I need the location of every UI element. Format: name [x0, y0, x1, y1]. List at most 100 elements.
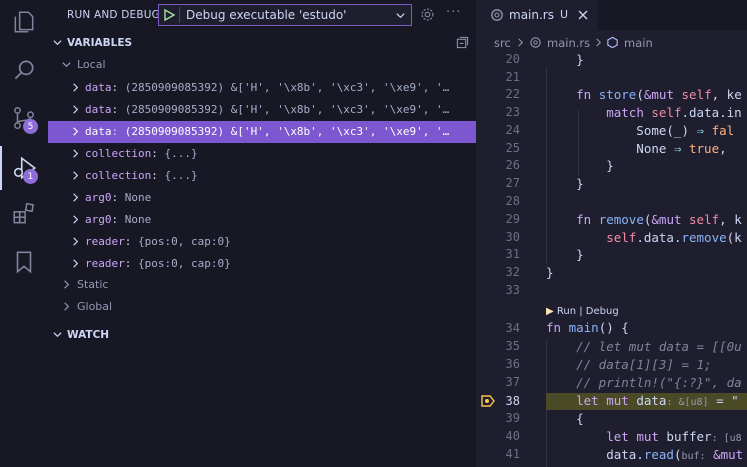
chevron-right-icon[interactable] — [70, 148, 81, 159]
gear-icon[interactable] — [420, 7, 435, 22]
chevron-right-icon[interactable] — [70, 82, 81, 93]
variable-row[interactable]: data: (2850909085392) &['H', '\x8b', '\x… — [48, 99, 476, 121]
scope-static[interactable]: Static — [48, 275, 476, 295]
scope-global[interactable]: Global — [48, 297, 476, 317]
variable-name: arg0 — [85, 191, 112, 204]
source-control-icon[interactable]: 5 — [0, 96, 48, 140]
line-number: 30 — [505, 230, 520, 244]
code-line-36: // data[1][3] = 1; — [576, 357, 712, 372]
rust-file-icon — [491, 9, 503, 21]
chevron-down-icon — [53, 332, 62, 338]
line-number: 35 — [505, 339, 520, 353]
scope-local-label: Local — [77, 58, 106, 71]
watch-section-header[interactable]: WATCH — [48, 325, 476, 345]
code-line-34: fn main() { — [546, 320, 629, 335]
rust-file-icon — [530, 37, 541, 48]
variable-row[interactable]: collection: {...} — [48, 143, 476, 165]
variable-row[interactable]: data: (2850909085392) &['H', '\x8b', '\x… — [48, 121, 476, 143]
variable-value: (2850909085392) &['H', '\x8b', '\xc3', '… — [124, 81, 450, 94]
code-line-37: // println!("{:?}", da — [576, 375, 742, 390]
chevron-right-icon — [596, 38, 602, 47]
line-number: 37 — [505, 375, 520, 389]
bookmark-icon[interactable] — [0, 240, 48, 284]
variable-value: (2850909085392) &['H', '\x8b', '\xc3', '… — [124, 103, 450, 116]
chevron-right-icon[interactable] — [70, 126, 81, 137]
scope-static-label: Static — [77, 278, 109, 291]
variable-name: data — [85, 81, 112, 94]
watch-label: WATCH — [67, 329, 110, 341]
code-line-26: } — [546, 158, 614, 173]
scope-global-label: Global — [77, 300, 113, 313]
more-actions-icon[interactable]: ··· — [446, 5, 461, 20]
line-number: 41 — [505, 447, 520, 461]
tab-bar: main.rs U — [476, 0, 747, 30]
chevron-right-icon[interactable] — [70, 170, 81, 181]
code-line-31: } — [546, 247, 584, 262]
chevron-right-icon — [64, 302, 70, 311]
variables-label: VARIABLES — [67, 37, 133, 49]
line-number: 20 — [505, 52, 520, 66]
chevron-right-icon[interactable] — [70, 192, 81, 203]
variables-section-header[interactable]: VARIABLES — [48, 33, 476, 53]
line-number: 25 — [505, 141, 520, 155]
variable-name: data — [85, 125, 112, 138]
line-number: 27 — [505, 176, 520, 190]
variable-row[interactable]: arg0: None — [48, 187, 476, 209]
line-number: 32 — [505, 265, 520, 279]
variable-value: None — [124, 213, 152, 226]
collapse-all-icon[interactable] — [456, 36, 469, 49]
run-debug-icon[interactable]: 1 — [0, 146, 48, 190]
line-number: 34 — [505, 321, 520, 335]
code-line-35: // let mut data = [[0u — [576, 339, 742, 354]
tab-main-rs[interactable]: main.rs U — [476, 0, 598, 30]
variable-name: reader — [85, 235, 125, 248]
chevron-right-icon[interactable] — [70, 258, 81, 269]
variable-row[interactable]: reader: {pos:0, cap:0} — [48, 253, 476, 275]
variable-value: {...} — [164, 169, 198, 182]
line-number: 33 — [505, 283, 520, 297]
start-debug-icon[interactable] — [162, 8, 176, 22]
variable-name: collection — [85, 147, 152, 160]
untracked-badge: U — [560, 8, 569, 21]
code-line-30: self.data.remove(k — [606, 230, 742, 245]
code-line-22: fn store(&mut self, ke — [576, 87, 742, 102]
function-symbol-icon — [607, 36, 618, 49]
chevron-down-icon — [53, 40, 62, 46]
code-line-23: match self.data.in — [606, 105, 742, 120]
line-number: 29 — [505, 212, 520, 226]
code-line-41: data.read(buf: &mut — [546, 447, 744, 462]
code-line-27: } — [546, 176, 584, 191]
close-icon[interactable] — [577, 9, 589, 21]
chevron-right-icon[interactable] — [70, 214, 81, 225]
variable-value: (2850909085392) &['H', '\x8b', '\xc3', '… — [124, 125, 450, 138]
breadcrumb-src[interactable]: src — [494, 36, 511, 50]
debug-badge: 1 — [23, 169, 38, 184]
search-icon[interactable] — [0, 48, 48, 92]
chevron-down-icon — [62, 62, 71, 68]
code-line-40: let mut buffer: [u8 — [606, 429, 742, 444]
explorer-icon[interactable] — [0, 0, 48, 44]
code-line-20: } — [546, 52, 584, 67]
chevron-right-icon[interactable] — [70, 236, 81, 247]
variable-row[interactable]: collection: {...} — [48, 165, 476, 187]
code-line-29: fn remove(&mut self, k — [576, 212, 742, 227]
variable-value: {pos:0, cap:0} — [138, 235, 231, 248]
breadcrumb-file[interactable]: main.rs — [547, 36, 590, 50]
code-line-25: None ⇒ true, — [546, 141, 727, 156]
scope-local[interactable]: Local — [48, 55, 476, 75]
extensions-icon[interactable] — [0, 192, 48, 236]
debug-config-select[interactable]: Debug executable 'estudo' — [158, 4, 412, 26]
variable-row[interactable]: data: (2850909085392) &['H', '\x8b', '\x… — [48, 77, 476, 99]
code-line-32: } — [546, 265, 554, 280]
run-debug-codelens[interactable]: ▶ Run | Debug — [546, 306, 619, 317]
line-number: 31 — [505, 247, 520, 261]
variable-row[interactable]: arg0: None — [48, 209, 476, 231]
code-line-38: let mut data: &[u8] = " — [576, 393, 739, 408]
chevron-right-icon[interactable] — [70, 104, 81, 115]
variable-value: {...} — [164, 147, 198, 160]
variable-row[interactable]: reader: {pos:0, cap:0} — [48, 231, 476, 253]
breadcrumb-symbol[interactable]: main — [624, 36, 653, 50]
chevron-down-icon[interactable] — [395, 10, 406, 21]
line-number: 26 — [505, 158, 520, 172]
source-control-badge: 5 — [23, 119, 38, 134]
